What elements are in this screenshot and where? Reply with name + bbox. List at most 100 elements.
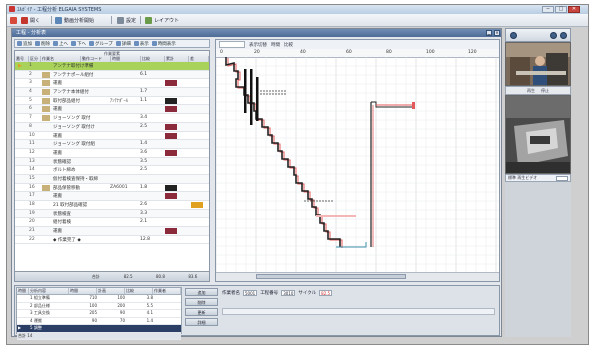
table-row[interactable]: 18 21 取付部品確認 2.6 [15,201,209,210]
process-no-label: 工程番号 [260,291,279,296]
summary-col-header[interactable]: 作業者 [153,288,181,294]
cycle-field[interactable]: 82.5 [319,290,333,296]
row-color-swatch [165,106,177,113]
table-row[interactable]: 17 運搬 [15,192,209,201]
table-row[interactable]: 4 アンテナ本体組付 1.7 [15,88,209,97]
chart-mode-label[interactable]: 表示切替 [249,42,267,48]
worker-field[interactable]: 5001 [243,290,258,296]
add-icon [17,41,22,46]
analysis-window-minimize-button[interactable]: ▁ [486,30,492,36]
table-row[interactable]: 5 取付部品組付 ｱﾝﾃﾅﾎﾟｰﾙ 1.1 [15,97,209,106]
table-row[interactable]: 8 ジョーソング 取付け 2.5 [15,122,209,132]
summary-col-header[interactable]: 時間 [69,288,97,294]
table-row[interactable]: ▶ 1 アンテナ取付け準備 [15,62,209,71]
summary-row[interactable]: 4 運搬 90 70 1.4 [17,318,181,325]
summary-add-button[interactable]: 追加 [185,288,218,296]
summary-cell: 90 [119,310,125,315]
summary-cell: 2 部品仕様 [30,302,50,308]
row-time: 1.7 [140,89,148,95]
table-row[interactable]: 7 ジョーソング 取付 3.4 [15,114,209,123]
analysis-window-close-button[interactable]: ✕ [494,30,500,36]
open-button[interactable] [10,16,17,24]
layout-button[interactable]: レイアウト [145,16,179,24]
row-time: 12.8 [140,236,151,242]
delete-element-button[interactable]: 削除 [35,41,50,47]
process-no-field[interactable]: 3010 [281,290,296,296]
chart-horizontal-scrollbar[interactable] [216,272,499,281]
summary-col-header[interactable]: 分析内容 [29,288,69,294]
row-color-swatch [165,97,177,104]
detail-button[interactable]: 詳細 [115,41,131,47]
play-button[interactable]: 再生 [527,88,535,94]
move-down-button[interactable]: 下へ [71,41,86,47]
group-button[interactable]: グループ [89,41,113,47]
table-row[interactable]: 6 運搬 [15,105,209,115]
category-marker [42,97,50,104]
video-speed-select[interactable] [556,176,568,181]
summary-cell: 205 [89,310,97,315]
summary-col-header[interactable]: 計画 [97,288,125,294]
chart-scroll-thumb[interactable] [256,274,406,279]
analysis-window-title: 工程 - 分析表 [12,29,501,37]
time-view-button[interactable]: 時間表示 [151,41,176,47]
summary-cell: 3 工具交換 [30,310,50,315]
record-icon[interactable] [550,32,557,39]
table-row[interactable]: 16 部品保管移動 ZA6001 1.8 [15,184,209,193]
table-row[interactable]: 20 組付着検 2.1 [15,218,209,228]
video-analysis-button[interactable]: 動画分析開始 [55,16,94,24]
stop-button[interactable]: 停止 [541,88,549,94]
up-label: 上へ [59,41,68,47]
save-button[interactable]: 開く [21,16,40,24]
summary-col-header[interactable]: 比較 [125,288,153,294]
table-row[interactable]: 19 状態検査 3.3 [15,209,209,219]
summary-cell: 5.5 [146,302,153,308]
row-number: 16 [29,184,35,190]
delete-icon [35,41,40,46]
video-analysis-icon [55,16,62,24]
summary-delete-button[interactable]: 削除 [185,298,218,306]
chart-time-label[interactable]: 時間 [271,42,280,48]
table-row[interactable]: 22 ◆ 作業完了 ◆ 12.8 [15,236,209,245]
row-number: 13 [29,158,35,164]
summary-row[interactable]: 2 部品仕様 100 200 5.5 [17,302,181,310]
close-button[interactable]: ✕ [568,6,580,13]
process-table: 作業要素 番号 区分 作業名 動作コード 時間 比較 累計 差 ▶ 1 アンテナ取付… [14,50,210,282]
summary-update-button[interactable]: 更新 [185,308,218,316]
prev-video-icon[interactable] [510,32,517,39]
table-row[interactable]: 12 運搬 3.6 [15,149,209,158]
add-element-button[interactable]: 追加 [17,41,32,47]
up-icon [53,41,58,46]
summary-cell: 200 [117,302,125,308]
summary-detail-button[interactable]: 詳細 [185,318,218,326]
row-name: アンテナ取付け準備 [53,64,94,69]
summary-row[interactable]: ▶ 5 調整 [17,325,181,333]
bottom-scrollbar[interactable] [222,308,495,315]
row-number: 22 [29,236,35,242]
table-row[interactable]: 3 運搬 [15,79,209,89]
view-button[interactable]: 表示 [133,41,149,47]
table-row[interactable]: 13 状態確認 3.5 [15,157,209,167]
minimize-button[interactable]: ─ [542,6,554,13]
worker-video-frame[interactable] [505,42,571,86]
table-row[interactable]: 10 運搬 [15,132,209,141]
settings-button[interactable]: 設定 [117,16,136,24]
table-row[interactable]: 11 ジョーソング 取付組 1.4 [15,140,209,149]
summary-row[interactable]: 3 工具交換 205 90 4.1 [17,310,181,318]
cycle-label: サイクル [298,291,317,296]
table-row[interactable]: 14 ボルト締め 2.5 [15,166,209,175]
summary-row[interactable]: 1 組立準備 710 100 3.8 [17,295,181,303]
maximize-button[interactable]: □ [555,6,567,13]
table-row[interactable]: 2 アンテナポール組付 6.1 [15,70,209,80]
chart-compare-label[interactable]: 比較 [284,42,293,48]
time-chart[interactable] [216,57,499,272]
move-up-button[interactable]: 上へ [53,41,68,47]
summary-col-header[interactable]: 時間 [17,288,29,294]
row-color-swatch [165,193,177,200]
closeup-video-frame[interactable] [505,95,571,174]
chart-mode-select[interactable] [219,41,245,48]
settings-icon [117,16,124,24]
table-row[interactable]: 21 運搬 [15,227,209,236]
table-row[interactable]: 15 仮付着検査保持・取締 [15,174,209,184]
settings-round-icon[interactable] [560,32,567,39]
footer-cell: 83.6 [188,274,198,279]
